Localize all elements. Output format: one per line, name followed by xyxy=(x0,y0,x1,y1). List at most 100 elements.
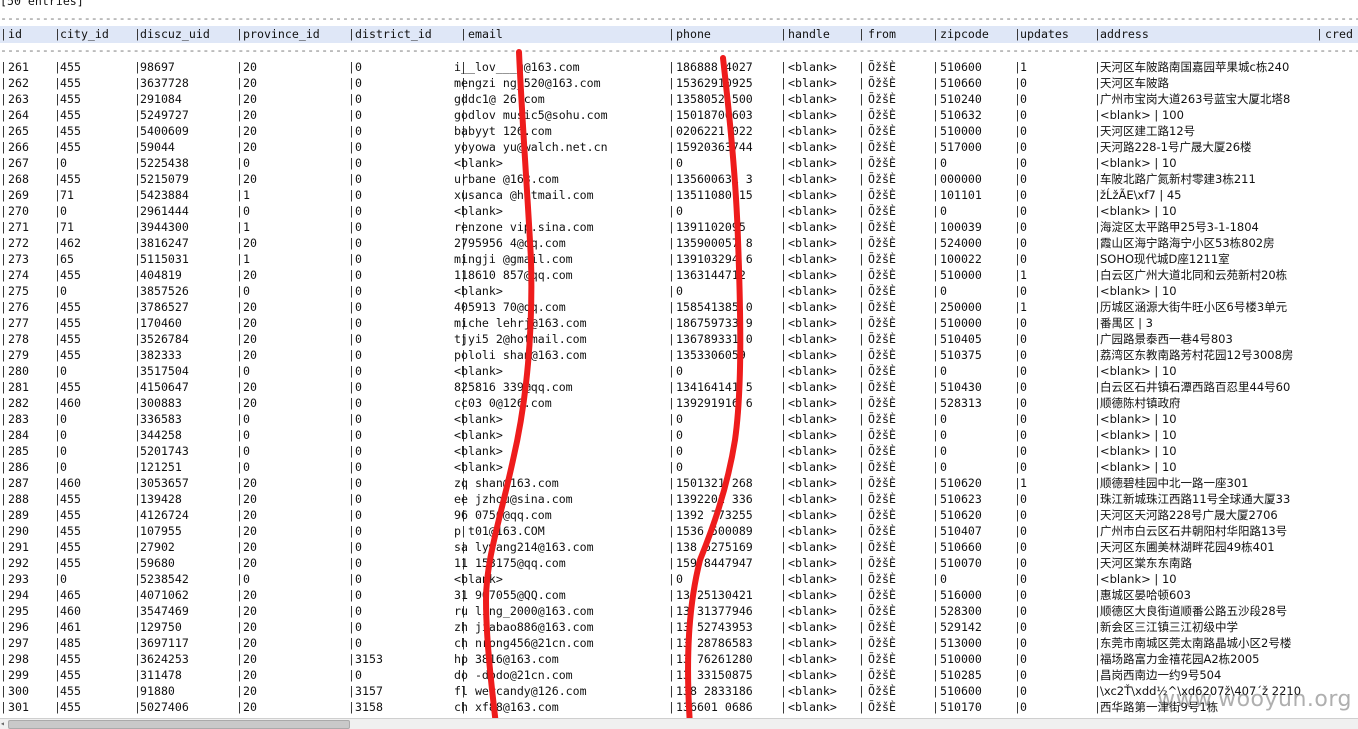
column-header-zipcode[interactable]: zipcode xyxy=(940,26,989,42)
cell-separator: | xyxy=(668,332,675,346)
cell-separator: | xyxy=(348,220,355,234)
cell-phone: 13 52743953 xyxy=(676,620,753,634)
column-header-id[interactable]: id xyxy=(8,26,22,42)
cell-separator: | xyxy=(0,380,7,394)
cell-email: <blank> xyxy=(454,428,503,442)
cell-province-id: 0 xyxy=(243,572,250,586)
cell-from: ÕžšÈ xyxy=(868,396,896,410)
cell-id: 277 xyxy=(8,316,29,330)
cell-separator: | xyxy=(668,236,675,250)
cell-separator: | xyxy=(780,620,787,634)
cell-separator: | xyxy=(780,700,787,714)
cell-phone: 13 33150875 xyxy=(676,668,753,682)
cell-updates: 0 xyxy=(1020,604,1027,618)
cell-address: <blank> | 10 xyxy=(1100,444,1177,458)
cell-separator: | xyxy=(0,620,7,634)
cell-separator: | xyxy=(780,172,787,186)
cell-updates: 0 xyxy=(1020,652,1027,666)
cell-separator: | xyxy=(0,140,7,154)
cell-discuz-uid: 107955 xyxy=(140,524,182,538)
cell-from: ÕžšÈ xyxy=(868,188,896,202)
cell-city-id: 455 xyxy=(60,316,81,330)
cell-district-id: 0 xyxy=(355,92,362,106)
cell-handle: <blank> xyxy=(788,428,837,442)
cell-id: 267 xyxy=(8,156,29,170)
cell-updates: 0 xyxy=(1020,204,1027,218)
cell-city-id: 0 xyxy=(60,428,67,442)
horizontal-scrollbar[interactable]: ◂ xyxy=(0,718,1358,729)
cell-address: 白云区石井镇石潭西路百忍里44号60 xyxy=(1100,380,1291,394)
column-header-province-id[interactable]: province_id xyxy=(243,26,320,42)
header-separator: | xyxy=(348,27,355,41)
cell-email: ch nrong456@21cn.com xyxy=(454,636,594,650)
cell-province-id: 1 xyxy=(243,188,250,202)
column-header-cred[interactable]: cred xyxy=(1325,26,1353,42)
cell-from: ÕžšÈ xyxy=(868,220,896,234)
cell-discuz-uid: 59680 xyxy=(140,556,175,570)
cell-handle: <blank> xyxy=(788,572,837,586)
column-header-discuz-uid[interactable]: discuz_uid xyxy=(140,26,210,42)
cell-phone: 186888 4027 xyxy=(676,60,753,74)
cell-city-id: 455 xyxy=(60,332,81,346)
cell-separator: | xyxy=(858,412,865,426)
cell-discuz-uid: 5423884 xyxy=(140,188,189,202)
cell-id: 291 xyxy=(8,540,29,554)
cell-province-id: 20 xyxy=(243,556,257,570)
column-header-from[interactable]: from xyxy=(868,26,896,42)
cell-separator: | xyxy=(236,508,243,522)
cell-from: ÕžšÈ xyxy=(868,588,896,602)
cell-separator: | xyxy=(348,380,355,394)
cell-email: miche lehrj@163.com xyxy=(454,316,587,330)
cell-id: 270 xyxy=(8,204,29,218)
cell-province-id: 20 xyxy=(243,476,257,490)
cell-discuz-uid: 5201743 xyxy=(140,444,189,458)
column-header-city-id[interactable]: city_id xyxy=(60,26,109,42)
cell-district-id: 0 xyxy=(355,492,362,506)
cell-city-id: 0 xyxy=(60,572,67,586)
cell-separator: | xyxy=(348,460,355,474)
cell-separator: | xyxy=(236,524,243,538)
cell-separator: | xyxy=(932,508,939,522)
cell-separator: | xyxy=(932,268,939,282)
cell-zipcode: 101101 xyxy=(940,188,982,202)
cell-separator: | xyxy=(348,300,355,314)
cell-handle: <blank> xyxy=(788,412,837,426)
cell-handle: <blank> xyxy=(788,620,837,634)
column-header-updates[interactable]: updates xyxy=(1020,26,1069,42)
cell-separator: | xyxy=(858,92,865,106)
column-header-address[interactable]: address xyxy=(1100,26,1149,42)
cell-separator: | xyxy=(0,124,7,138)
cell-separator: | xyxy=(0,492,7,506)
cell-province-id: 0 xyxy=(243,428,250,442)
cell-phone: 0206221 022 xyxy=(676,124,753,138)
table-row: | 275 | 0 | 3857526 | 0 | 0 | <blank> | 0 | <blank> | Õžš… xyxy=(0,283,1358,299)
scroll-left-arrow-icon[interactable]: ◂ xyxy=(0,719,7,728)
column-header-email[interactable]: email xyxy=(468,26,503,42)
cell-city-id: 65 xyxy=(60,252,74,266)
cell-province-id: 20 xyxy=(243,268,257,282)
column-header-handle[interactable]: handle xyxy=(788,26,830,42)
cell-separator: | xyxy=(780,412,787,426)
cell-separator: | xyxy=(858,460,865,474)
cell-province-id: 20 xyxy=(243,396,257,410)
cell-separator: | xyxy=(932,92,939,106)
cell-phone: 0 xyxy=(676,428,683,442)
cell-phone: 134164141 5 xyxy=(676,380,753,394)
cell-city-id: 455 xyxy=(60,652,81,666)
table-row: | 264 | 455 | 5249727 | 20 | 0 | godlov music5@sohu… xyxy=(0,107,1358,123)
cell-district-id: 0 xyxy=(355,460,362,474)
cell-district-id: 3158 xyxy=(355,700,383,714)
cell-id: 287 xyxy=(8,476,29,490)
cell-address: 天河区建工路12号 xyxy=(1100,124,1196,138)
cell-city-id: 71 xyxy=(60,188,74,202)
cell-zipcode: 510170 xyxy=(940,700,982,714)
cell-updates: 0 xyxy=(1020,156,1027,170)
cell-zipcode: 510620 xyxy=(940,508,982,522)
cell-id: 272 xyxy=(8,236,29,250)
cell-phone: 1353306059 xyxy=(676,348,746,362)
column-header-phone[interactable]: phone xyxy=(676,26,711,42)
column-header-district-id[interactable]: district_id xyxy=(355,26,432,42)
cell-separator: | xyxy=(348,268,355,282)
cell-city-id: 455 xyxy=(60,92,81,106)
cell-discuz-uid: 139428 xyxy=(140,492,182,506)
